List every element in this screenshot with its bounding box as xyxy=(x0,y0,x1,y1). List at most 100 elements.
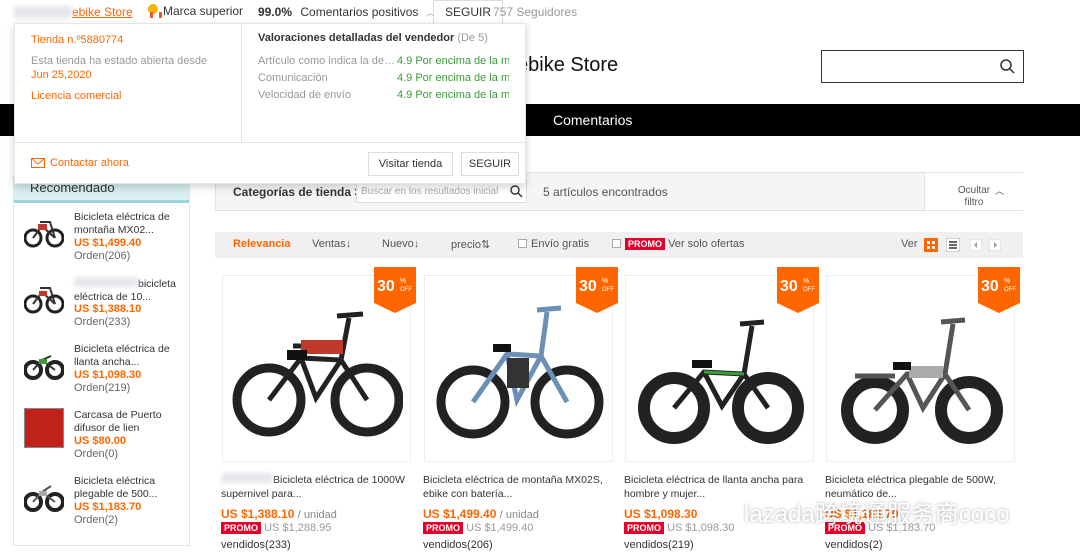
product-thumbnail[interactable] xyxy=(24,342,64,382)
store-name-link[interactable]: ebike Store xyxy=(14,5,133,19)
product-thumbnail[interactable] xyxy=(24,474,64,514)
rating-row: Comunicación4.9 Por encima de la media xyxy=(258,72,509,84)
top-bar: ebike Store Marca superior 99.0% Comenta… xyxy=(0,0,1080,24)
sort-sales[interactable]: Ventas↓ xyxy=(312,238,351,250)
wechat-icon xyxy=(708,500,738,523)
product-sold: vendidos(206) xyxy=(423,539,493,551)
visit-store-button[interactable]: Visitar tienda xyxy=(368,152,453,176)
results-count: 5 artículos encontrados xyxy=(543,185,668,199)
svg-text:OFF: OFF xyxy=(400,287,412,293)
top-brand-badge: Marca superior xyxy=(147,4,243,18)
product-price: US $1,499.40 / unidad xyxy=(423,507,539,521)
svg-text:OFF: OFF xyxy=(1004,287,1016,293)
product-thumbnail[interactable] xyxy=(24,210,64,250)
follow-button-popup[interactable]: SEGUIR xyxy=(461,152,519,176)
item-orders: Orden(219) xyxy=(74,382,131,394)
svg-text:30: 30 xyxy=(981,278,999,295)
store-info-left: Tienda n.º5880774 Esta tienda ha estado … xyxy=(15,24,242,142)
svg-text:%: % xyxy=(400,278,406,285)
item-title[interactable]: Bicicleta eléctrica plegable de 500... xyxy=(74,475,186,501)
list-item[interactable]: bicicleta eléctrica de 10... US $1,388.1… xyxy=(14,271,191,337)
svg-text:%: % xyxy=(602,278,608,285)
search-in-results-placeholder: Buscar en los resultados inicial xyxy=(361,186,499,197)
prev-page-icon[interactable] xyxy=(970,239,982,251)
blurred-title-prefix xyxy=(221,473,273,483)
search-icon[interactable] xyxy=(510,185,523,198)
watermark: lazada跨境通服务商coco xyxy=(708,494,1009,529)
business-license-link[interactable]: Licencia comercial xyxy=(31,90,121,102)
contact-now-link[interactable]: Contactar ahora xyxy=(31,157,129,169)
item-orders: Orden(0) xyxy=(74,448,119,460)
checkbox[interactable] xyxy=(518,239,527,248)
product-price: US $1,098.30 xyxy=(624,507,698,521)
sort-bar: Relevancia Ventas↓ Nuevo↓ precio⇅ Envío … xyxy=(215,232,1023,258)
mail-icon xyxy=(31,158,45,168)
medal-icon xyxy=(147,4,162,18)
product-title[interactable]: Bicicleta eléctrica de montaña MX02S, eb… xyxy=(423,473,613,501)
view-label: Ver xyxy=(901,238,918,250)
discount-badge: 30 % OFF xyxy=(374,267,416,313)
svg-text:%: % xyxy=(803,278,809,285)
svg-text:30: 30 xyxy=(377,278,395,295)
discount-badge: 30 % OFF xyxy=(978,267,1020,313)
blurred-title-prefix xyxy=(74,277,138,287)
rating-row: Velocidad de envío 4.9 Por encima de la m… xyxy=(258,89,509,101)
sort-new[interactable]: Nuevo↓ xyxy=(382,238,419,250)
positive-feedback[interactable]: 99.0% Comentarios positivos ︿ xyxy=(258,5,435,19)
badge-label: Marca superior xyxy=(163,4,244,18)
product-title[interactable]: Bicicleta eléctrica de 1000W supernivel … xyxy=(221,473,411,501)
list-item[interactable]: Bicicleta eléctrica plegable de 500... U… xyxy=(14,469,191,535)
item-title[interactable]: bicicleta eléctrica de 10... xyxy=(74,277,186,304)
discount-badge: 30 % OFF xyxy=(777,267,819,313)
product-thumbnail[interactable] xyxy=(24,276,64,316)
sort-price[interactable]: precio⇅ xyxy=(451,238,490,251)
hide-filter-button[interactable]: Ocultar filtro ︿ xyxy=(924,173,1023,210)
item-price: US $1,098.30 xyxy=(74,369,142,381)
svg-text:30: 30 xyxy=(579,278,597,295)
item-title[interactable]: Bicicleta eléctrica de montaña MX02... xyxy=(74,211,186,237)
ratings-title: Valoraciones detalladas del vendedor (De… xyxy=(258,32,488,44)
store-info-popup: Tienda n.º5880774 Esta tienda ha estado … xyxy=(14,23,526,184)
positive-label: Comentarios positivos xyxy=(300,5,419,19)
item-price: US $1,499.40 xyxy=(74,237,142,249)
list-item[interactable]: Bicicleta eléctrica de llanta ancha... U… xyxy=(14,337,191,403)
item-price: US $1,388.10 xyxy=(74,303,142,315)
recommended-sidebar: Recomendado Bicicleta eléctrica de monta… xyxy=(13,176,190,546)
next-page-icon[interactable] xyxy=(989,239,1001,251)
item-orders: Orden(233) xyxy=(74,316,131,328)
list-view-icon[interactable] xyxy=(946,238,960,252)
list-item[interactable]: Carcasa de Puerto difusor de lien US $80… xyxy=(14,403,191,469)
svg-text:30: 30 xyxy=(780,278,798,295)
checkbox[interactable] xyxy=(612,239,621,248)
svg-text:OFF: OFF xyxy=(602,287,614,293)
item-orders: Orden(2) xyxy=(74,514,119,526)
list-item[interactable]: Bicicleta eléctrica de montaña MX02... U… xyxy=(14,205,191,271)
nav-item-reviews[interactable]: Comentarios xyxy=(553,112,632,128)
item-price: US $1,183.70 xyxy=(74,501,142,513)
free-shipping-filter[interactable]: Envío gratis xyxy=(518,238,589,250)
search-icon[interactable] xyxy=(1000,59,1015,74)
product-promo: PROMO US $1,499.40 xyxy=(423,522,533,534)
promo-tag: PROMO xyxy=(625,238,666,250)
store-title: ebike Store xyxy=(517,54,619,76)
item-title[interactable]: Bicicleta eléctrica de llanta ancha... xyxy=(74,343,186,369)
svg-text:%: % xyxy=(1004,278,1010,285)
followers-count: 757 Seguidores xyxy=(493,5,578,19)
svg-text:OFF: OFF xyxy=(803,287,815,293)
offers-only-filter[interactable]: PROMO Ver solo ofertas xyxy=(612,238,745,250)
item-price: US $80.00 xyxy=(74,435,126,447)
popup-footer: Contactar ahora Visitar tienda SEGUIR xyxy=(15,142,525,184)
item-orders: Orden(206) xyxy=(74,250,131,262)
item-title[interactable]: Carcasa de Puerto difusor de lien xyxy=(74,409,186,435)
open-since-label: Esta tienda ha estado abierta desde xyxy=(31,55,208,67)
arrow-down-icon: ↓ xyxy=(345,238,352,250)
product-price: US $1,388.10 / unidad xyxy=(221,507,337,521)
grid-view-icon[interactable] xyxy=(924,238,938,252)
rating-row: Artículo como indica la descripción4.9 P… xyxy=(258,55,509,67)
sort-relevance[interactable]: Relevancia xyxy=(233,238,290,250)
store-categories-link[interactable]: Categorías de tienda > xyxy=(233,185,361,199)
product-thumbnail[interactable] xyxy=(24,408,64,448)
arrow-down-icon: ↓ xyxy=(413,238,420,250)
store-number: Tienda n.º5880774 xyxy=(31,34,124,46)
store-search-input[interactable] xyxy=(821,50,1024,83)
